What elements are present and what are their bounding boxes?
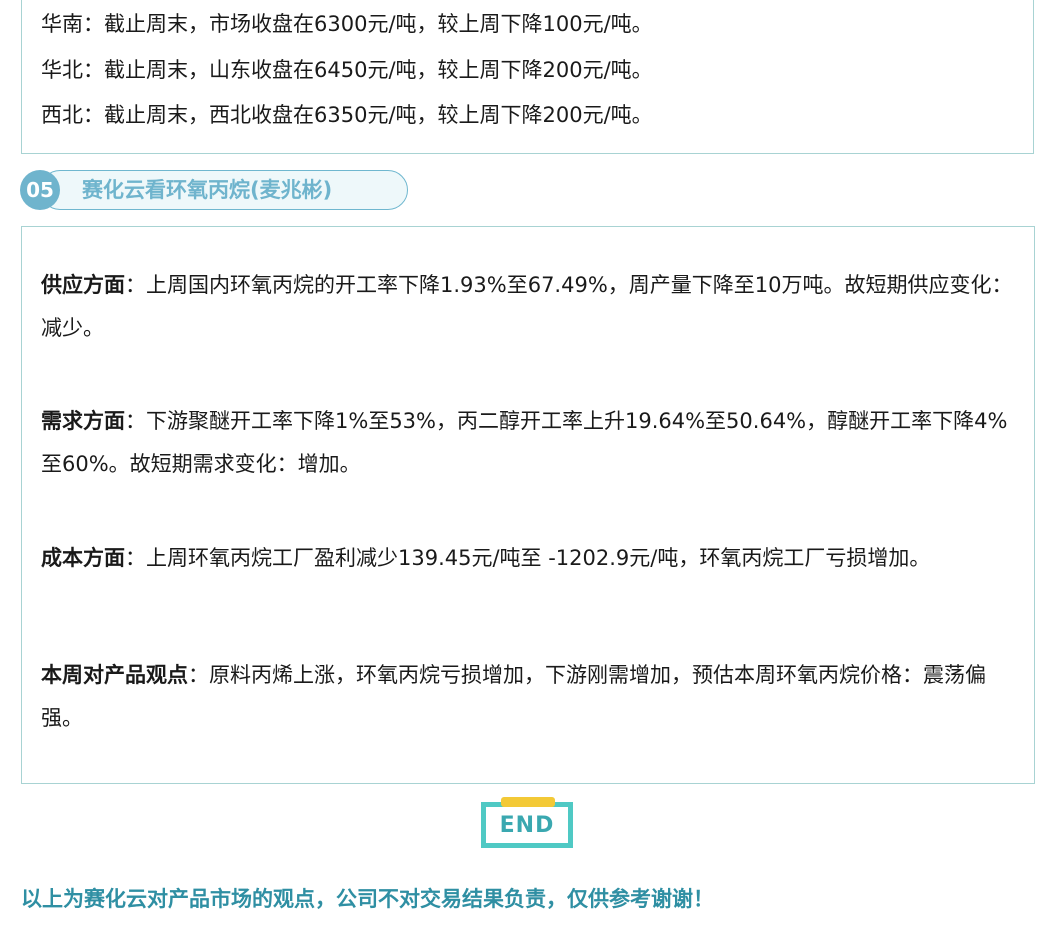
demand-paragraph: 需求方面：下游聚醚开工率下降1%至53%，丙二醇开工率上升19.64%至50.6… [41, 400, 1021, 486]
region-north-china: 华北：截止周末，山东收盘在6450元/吨，较上周下降200元/吨。 [41, 58, 653, 82]
section-header: 05 赛化云看环氧丙烷(麦兆彬) [20, 170, 408, 210]
cost-label: 成本方面 [41, 546, 125, 570]
region-northwest: 西北：截止周末，西北收盘在6350元/吨，较上周下降200元/吨。 [41, 103, 653, 127]
end-label: END [499, 812, 555, 838]
end-badge: END [479, 797, 579, 853]
region-south-china: 华南：截止周末，市场收盘在6300元/吨，较上周下降100元/吨。 [41, 12, 653, 36]
section-number-badge: 05 [20, 170, 60, 210]
supply-label: 供应方面 [41, 273, 125, 297]
outlook-paragraph: 本周对产品观点：原料丙烯上涨，环氧丙烷亏损增加，下游刚需增加，预估本周环氧丙烷价… [41, 654, 1021, 740]
disclaimer-footer: 以上为赛化云对产品市场的观点，公司不对交易结果负责，仅供参考谢谢！ [21, 887, 714, 911]
end-frame: END [481, 802, 573, 848]
end-clip-decoration [501, 797, 555, 807]
supply-paragraph: 供应方面：上周国内环氧丙烷的开工率下降1.93%至67.49%，周产量下降至10… [41, 264, 1021, 350]
cost-paragraph: 成本方面：上周环氧丙烷工厂盈利减少139.45元/吨至 -1202.9元/吨，环… [41, 537, 1021, 580]
outlook-label: 本周对产品观点 [41, 663, 188, 687]
cost-text: ：上周环氧丙烷工厂盈利减少139.45元/吨至 -1202.9元/吨，环氧丙烷工… [125, 546, 931, 570]
demand-text: ：下游聚醚开工率下降1%至53%，丙二醇开工率上升19.64%至50.64%，醇… [41, 409, 1008, 476]
demand-label: 需求方面 [41, 409, 125, 433]
supply-text: ：上周国内环氧丙烷的开工率下降1.93%至67.49%，周产量下降至10万吨。故… [41, 273, 1013, 340]
section-title: 赛化云看环氧丙烷(麦兆彬) [82, 178, 333, 202]
